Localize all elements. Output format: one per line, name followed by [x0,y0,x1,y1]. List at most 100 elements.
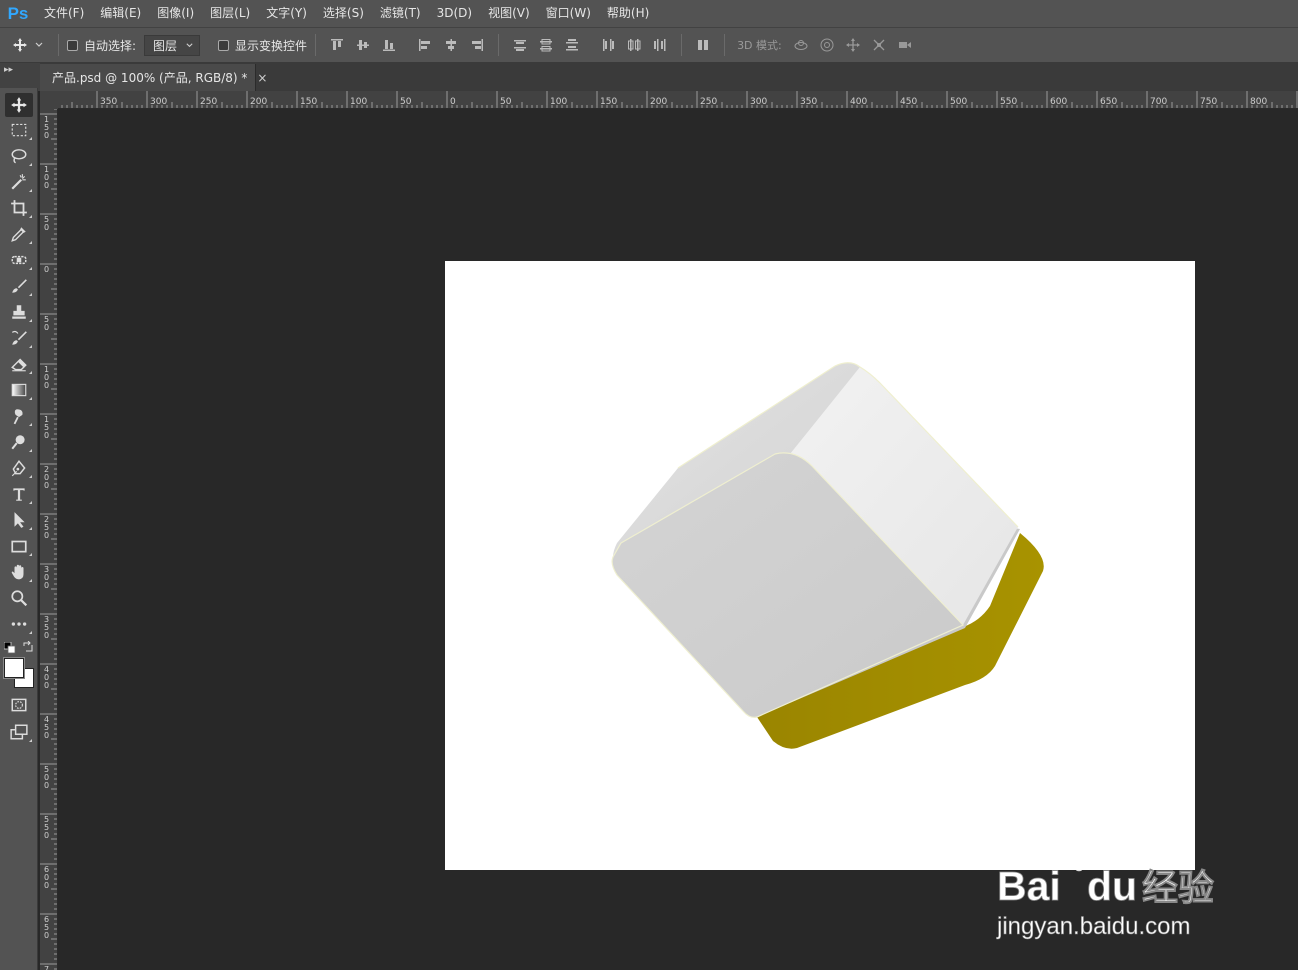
3d-roll-button[interactable] [814,33,840,57]
horizontal-ruler-label: 250 [700,97,717,107]
vertical-ruler-label: 600 [44,865,49,890]
edit-toolbar-button[interactable] [5,612,33,636]
distribute-right-button[interactable] [647,33,673,57]
3d-scale-button[interactable] [892,33,918,57]
pen-tool[interactable] [5,456,33,480]
distribute-vcenter-button[interactable] [533,33,559,57]
eyedropper-tool[interactable] [5,222,33,246]
horizontal-ruler-label: 650 [1100,97,1117,107]
foreground-color-swatch[interactable] [4,658,24,678]
magic-wand-icon [11,174,26,190]
screen-mode-button[interactable] [5,720,33,744]
separator [498,34,500,56]
photoshop-window: Ps 文件(F) 编辑(E) 图像(I) 图层(L) 文字(Y) 选择(S) 滤… [0,0,1298,970]
document-tab[interactable]: 产品.psd @ 100% (产品, RGB/8) * × [40,64,267,91]
auto-select-target-dropdown[interactable]: 图层 [144,34,201,56]
close-icon[interactable]: × [257,71,267,85]
hand-tool[interactable] [5,560,33,584]
distribute-left-button[interactable] [595,33,621,57]
menu-file[interactable]: 文件(F) [36,0,92,27]
horizontal-ruler-label: 700 [1150,97,1167,107]
horizontal-ruler[interactable]: 350 300 250 200 150 100 50 0 50 100 150 200 250 300 35… [58,91,1298,109]
menu-select[interactable]: 选择(S) [315,0,372,27]
dodge-tool[interactable] [5,430,33,454]
default-colors-icon[interactable] [4,642,16,654]
rectangle-tool[interactable] [5,534,33,558]
watermark-url: jingyan.baidu.com [996,913,1190,940]
menu-type[interactable]: 文字(Y) [258,0,315,27]
blur-tool[interactable] [5,404,33,428]
magic-wand-tool[interactable] [5,170,33,194]
toolbox-header: ▸▸ [0,63,40,91]
menu-view[interactable]: 视图(V) [480,0,538,27]
move-tool[interactable] [5,93,33,117]
3d-orbit-button[interactable] [788,33,814,57]
separator [724,34,726,56]
menu-help[interactable]: 帮助(H) [599,0,657,27]
bandage-icon [11,255,27,265]
swap-colors-icon[interactable] [22,641,34,653]
align-top-edges-button[interactable] [324,33,350,57]
align-right-edges-button[interactable] [464,33,490,57]
align-left-edges-button[interactable] [412,33,438,57]
distribute-bottom-button[interactable] [559,33,585,57]
vertical-ruler-label: 250 [44,515,49,540]
auto-select-checkbox[interactable] [67,39,78,51]
distribute-hcenter-icon [628,39,641,51]
brush-tool[interactable] [5,274,33,298]
rectangle-icon [11,540,27,553]
double-chevron-icon[interactable]: ▸▸ [4,65,13,75]
menu-3d[interactable]: 3D(D) [429,0,480,27]
document-canvas[interactable] [445,261,1195,870]
gradient-tool[interactable] [5,378,33,402]
marquee-tool[interactable] [5,118,33,142]
align-bottom-edges-button[interactable] [376,33,402,57]
menu-bar: Ps 文件(F) 编辑(E) 图像(I) 图层(L) 文字(Y) 选择(S) 滤… [0,0,1298,27]
auto-align-layers-button[interactable] [690,33,716,57]
vertical-ruler-label: 150 [44,415,49,440]
3d-drag-button[interactable] [840,33,866,57]
tool-preset-picker[interactable] [6,33,50,57]
distribute-top-button[interactable] [507,33,533,57]
pen-icon [11,460,26,477]
distribute-hcenter-button[interactable] [621,33,647,57]
align-vertical-centers-button[interactable] [350,33,376,57]
crop-tool[interactable] [5,196,33,220]
separator [58,34,59,56]
camera-icon [898,42,911,48]
eyedropper-icon [11,227,26,242]
vertical-ruler-label: 400 [44,665,49,690]
ruler-origin[interactable] [40,91,58,109]
vertical-ruler-label: 50 [44,215,49,232]
eraser-icon [11,358,27,372]
eraser-tool[interactable] [5,352,33,376]
path-selection-tool[interactable] [5,508,33,532]
show-transform-checkbox[interactable] [218,39,230,51]
crop-icon [11,200,27,216]
vertical-ruler[interactable]: 1501005005010015020025030035040045050055… [40,109,58,970]
healing-brush-tool[interactable] [5,248,33,272]
align-horizontal-centers-button[interactable] [438,33,464,57]
3d-slide-button[interactable] [866,33,892,57]
dodge-icon [11,435,25,450]
horizontal-ruler-label: 600 [1050,97,1067,107]
history-brush-icon [11,330,27,345]
menu-layer[interactable]: 图层(L) [202,0,258,27]
zoom-tool[interactable] [5,586,33,610]
type-tool[interactable] [5,482,33,506]
menu-edit[interactable]: 编辑(E) [92,0,149,27]
stamp-icon [12,305,26,319]
menu-image[interactable]: 图像(I) [149,0,202,27]
lasso-tool[interactable] [5,144,33,168]
align-vcenter-icon [357,40,370,50]
clone-stamp-tool[interactable] [5,300,33,324]
baidu-jingyan-watermark: Bai du 经验 jingyan.baidu.com [996,830,1214,940]
horizontal-ruler-label: 350 [800,97,817,107]
history-brush-tool[interactable] [5,326,33,350]
align-bottom-icon [383,40,396,51]
menu-window[interactable]: 窗口(W) [538,0,599,27]
quick-mask-button[interactable] [5,693,33,717]
align-hcenter-icon [446,39,457,51]
horizontal-ruler-label: 200 [650,97,667,107]
menu-filter[interactable]: 滤镜(T) [372,0,429,27]
